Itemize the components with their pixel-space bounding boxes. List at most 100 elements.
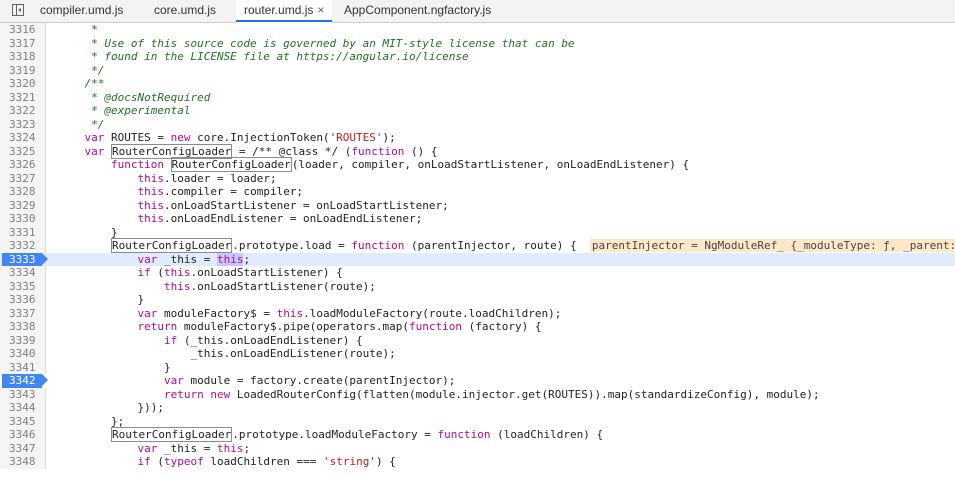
code-line: 3323 */ [0, 117, 955, 131]
code-text: })); [58, 401, 164, 414]
line-number[interactable]: 3341 [0, 360, 46, 374]
code-line: 3317 * Use of this source code is govern… [0, 36, 955, 50]
line-number[interactable]: 3335 [0, 279, 46, 293]
code-line: 3339 if (_this.onLoadEndListener) { [0, 333, 955, 347]
code-text: this.compiler = compiler; [137, 185, 304, 198]
code-text: * found in the LICENSE file at https://a… [58, 50, 469, 63]
line-number[interactable]: 3317 [0, 36, 46, 50]
line-number[interactable]: 3320 [0, 77, 46, 91]
code-line: 3319 */ [0, 63, 955, 77]
code-line: 3338 return moduleFactory$.pipe(operator… [0, 320, 955, 334]
line-number[interactable]: 3338 [0, 320, 46, 334]
tab-label: core.umd.js [154, 3, 217, 17]
code-text: this.onLoadEndListener = onLoadEndListen… [137, 212, 423, 225]
code-text: /** [58, 77, 105, 90]
code-line: 3337 var moduleFactory$ = this.loadModul… [0, 306, 955, 320]
code-line: 3344 })); [0, 401, 955, 415]
breakpoint-marker[interactable]: 3333 [2, 252, 48, 266]
code-line: 3345 }; [0, 414, 955, 428]
code-line: 3342 var module = factory.create(parentI… [0, 374, 955, 388]
code-text: if (this.onLoadStartListener) { [137, 266, 343, 279]
line-number[interactable]: 3343 [0, 387, 46, 401]
line-number[interactable]: 3324 [0, 131, 46, 145]
tab-label: compiler.umd.js [40, 3, 124, 17]
code-line: 3325 var RouterConfigLoader = /** @class… [0, 143, 955, 159]
code-line: 3340 _this.onLoadEndListener(route); [0, 347, 955, 361]
line-number[interactable]: 3332 [0, 239, 46, 253]
line-number[interactable]: 3334 [0, 266, 46, 280]
tab-label: router.umd.js [244, 3, 314, 17]
line-number[interactable]: 3346 [0, 428, 46, 442]
code-text: } [58, 293, 145, 306]
code-line: 3322 * @experimental [0, 104, 955, 118]
line-number[interactable]: 3319 [0, 63, 46, 77]
code-text: this.onLoadStartListener = onLoadStartLi… [137, 198, 449, 212]
code-text: var ROUTES = new core.InjectionToken('RO… [84, 131, 396, 144]
code-text: * @docsNotRequired [58, 90, 211, 104]
line-number[interactable]: 3336 [0, 293, 46, 307]
code-text: }; [58, 414, 125, 428]
line-number[interactable]: 3321 [0, 90, 46, 104]
line-number[interactable]: 3337 [0, 306, 46, 320]
code-line: 3318 * found in the LICENSE file at http… [0, 50, 955, 64]
code-editor[interactable]: 3316 * 3317 * Use of this source code is … [0, 23, 955, 478]
code-text: } [58, 225, 118, 239]
code-line: 3329 this.onLoadStartListener = onLoadSt… [0, 198, 955, 212]
line-number[interactable]: 3316 [0, 23, 46, 37]
line-number[interactable]: 3322 [0, 104, 46, 118]
line-number[interactable]: 3339 [0, 333, 46, 347]
code-text: this.loader = loader; [137, 171, 277, 185]
code-text: * Use of this source code is governed by… [58, 36, 575, 50]
code-text: } [58, 360, 171, 374]
tab-compiler-umd[interactable]: compiler.umd.js [40, 0, 123, 22]
code-line: 3343 return new LoadedRouterConfig(flatt… [0, 387, 955, 401]
code-line: 3320 /** [0, 77, 955, 91]
line-number[interactable]: 3326 [0, 158, 46, 172]
code-text: var module = factory.create(parentInject… [163, 374, 456, 387]
breakpoint-marker[interactable]: 3342 [2, 374, 48, 388]
code-text: function RouterConfigLoader(loader, comp… [110, 157, 690, 172]
line-number[interactable]: 3331 [0, 225, 46, 239]
toggle-navigator-icon[interactable] [12, 4, 24, 16]
code-text: RouterConfigLoader.prototype.load = func… [58, 238, 955, 253]
line-number[interactable]: 3328 [0, 185, 46, 199]
code-line: 3347 var _this = this; [0, 441, 955, 455]
code-line: 3341 } [0, 360, 955, 374]
code-line: 3326 function RouterConfigLoader(loader,… [0, 157, 955, 172]
code-line: 3328 this.compiler = compiler; [0, 185, 955, 199]
code-text: var _this = this; [137, 252, 251, 266]
code-text: * @experimental [58, 104, 191, 117]
code-line: 3332 RouterConfigLoader.prototype.load =… [0, 238, 955, 253]
line-number[interactable]: 3342 [0, 374, 48, 388]
tab-label: AppComponent.ngfactory.js [344, 3, 492, 17]
breakpoint-line-number: 3342 [9, 374, 36, 387]
code-text: var RouterConfigLoader = /** @class */ (… [84, 143, 438, 159]
line-number[interactable]: 3344 [0, 401, 46, 415]
code-line: 3316 * [0, 23, 955, 37]
line-number[interactable]: 3340 [0, 347, 46, 361]
tab-router-umd[interactable]: router.umd.js × [236, 0, 333, 23]
line-number[interactable]: 3329 [0, 198, 46, 212]
line-number[interactable]: 3348 [0, 455, 46, 469]
code-line: 3333 var _this = this; [0, 252, 955, 266]
close-tab-icon[interactable]: × [317, 3, 324, 17]
line-number[interactable]: 3333 [0, 252, 48, 266]
code-text: * [58, 23, 98, 36]
code-text: */ [58, 117, 105, 131]
line-number[interactable]: 3330 [0, 212, 46, 226]
line-number[interactable]: 3345 [0, 414, 46, 428]
code-line: 3348 if (typeof loadChildren === 'string… [0, 455, 955, 469]
line-number[interactable]: 3318 [0, 50, 46, 64]
line-number[interactable]: 3325 [0, 144, 46, 158]
line-number[interactable]: 3327 [0, 171, 46, 185]
code-text: return new LoadedRouterConfig(flatten(mo… [163, 387, 820, 401]
tab-appcomponent-ngfactory[interactable]: AppComponent.ngfactory.js [344, 0, 491, 22]
code-text: if (_this.onLoadEndListener) { [163, 333, 363, 347]
line-number[interactable]: 3347 [0, 441, 46, 455]
code-line: 3327 this.loader = loader; [0, 171, 955, 185]
inline-variable-value: parentInjector = NgModuleRef_ {_moduleTy… [589, 239, 955, 252]
code-line: 3336 } [0, 293, 955, 307]
line-number[interactable]: 3323 [0, 117, 46, 131]
code-text: var _this = this; [137, 441, 251, 455]
tab-core-umd[interactable]: core.umd.js [154, 0, 216, 22]
